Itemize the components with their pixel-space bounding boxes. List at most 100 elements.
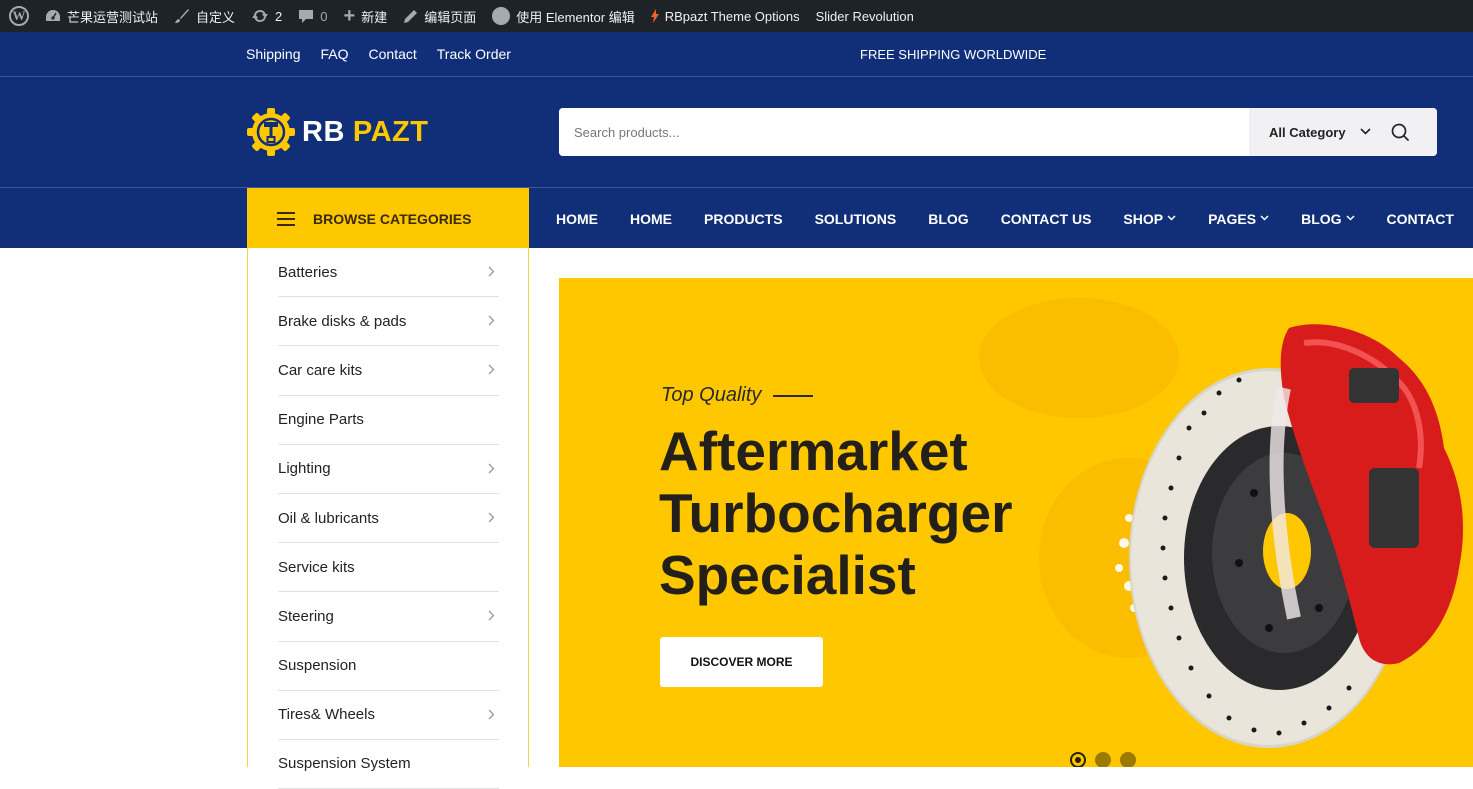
chevron-right-icon [488, 461, 495, 477]
elementor-edit-label: 使用 Elementor 编辑 [516, 9, 635, 25]
gear-piston-icon [247, 108, 295, 156]
slider-pagination [1070, 752, 1136, 767]
brush-icon [174, 8, 190, 24]
free-shipping-promo: FREE SHIPPING WORLDWIDE [860, 46, 1047, 62]
nav-item-blog[interactable]: BLOG [928, 211, 968, 227]
site-name: 芒果运营测试站 [67, 9, 159, 25]
category-label: Service kits [278, 558, 355, 576]
slider-revolution-link[interactable]: Slider Revolution [808, 0, 922, 32]
main-menu: HOME HOME PRODUCTS SOLUTIONS BLOG CONTACT US S… [556, 188, 1454, 249]
pencil-icon [403, 9, 418, 24]
chevron-right-icon [488, 313, 495, 329]
browse-categories-button[interactable]: BROWSE CATEGORIES [247, 188, 529, 249]
nav-item-contact[interactable]: CONTACT [1387, 211, 1454, 227]
nav-item-blog[interactable]: BLOG [1301, 210, 1355, 227]
nav-item-label: SOLUTIONS [814, 210, 897, 227]
category-item[interactable]: Car care kits [278, 346, 499, 396]
chevron-right-icon [488, 510, 495, 526]
chevron-down-icon [1167, 213, 1176, 224]
category-label: Tires& Wheels [278, 706, 375, 724]
new-label: 新建 [361, 9, 388, 25]
edit-page-label: 编辑页面 [424, 9, 477, 25]
category-item[interactable]: Steering [278, 592, 499, 642]
category-label: Brake disks & pads [278, 312, 407, 330]
category-label: Oil & lubricants [278, 509, 379, 527]
tagline-text: Top Quality [661, 384, 762, 406]
chevron-down-icon [1360, 126, 1371, 138]
search-input[interactable] [559, 108, 1249, 156]
nav-item-label: BLOG [1301, 210, 1342, 227]
site-logo[interactable]: RB PAZT [246, 107, 428, 157]
nav-item-label: BLOG [928, 210, 969, 227]
slider-revolution-label: Slider Revolution [815, 8, 914, 24]
chevron-right-icon [488, 362, 495, 378]
theme-options-label: RBpazt Theme Options [664, 8, 800, 24]
top-bar: Shipping FAQ Contact Track Order FREE SH… [0, 32, 1473, 77]
hero-headline: Aftermarket Turbocharger Specialist [659, 420, 1012, 606]
brake-disc-image [1115, 324, 1464, 748]
nav-item-label: PRODUCTS [704, 210, 783, 227]
top-link-contact[interactable]: Contact [369, 46, 417, 62]
category-item[interactable]: Oil & lubricants [278, 494, 499, 544]
nav-item-products[interactable]: PRODUCTS [704, 211, 783, 227]
nav-item-home[interactable]: HOME [630, 211, 672, 227]
category-label: Steering [278, 607, 334, 625]
category-item[interactable]: Engine Parts [278, 396, 499, 445]
category-item[interactable]: Lighting [278, 445, 499, 494]
product-search: All Category [559, 108, 1437, 156]
site-name-menu[interactable]: 芒果运营测试站 [37, 0, 166, 32]
category-item[interactable]: Service kits [278, 543, 499, 593]
nav-item-pages[interactable]: PAGES [1208, 211, 1269, 227]
slider-dot[interactable] [1120, 752, 1136, 767]
theme-options-link[interactable]: RBpazt Theme Options [643, 0, 808, 32]
chevron-down-icon [1260, 213, 1269, 224]
new-content-link[interactable]: + 新建 [336, 0, 396, 32]
slider-dot[interactable] [1070, 752, 1086, 767]
category-select-value: All Category [1269, 124, 1346, 140]
top-links: Shipping FAQ Contact Track Order [246, 32, 511, 76]
category-list: Batteries Brake disks & pads Car care kits… [278, 248, 499, 789]
category-select[interactable]: All Category [1249, 108, 1437, 156]
nav-item-solutions[interactable]: SOLUTIONS [815, 211, 897, 227]
category-item[interactable]: Suspension System [278, 740, 499, 789]
slider-dot[interactable] [1095, 752, 1111, 767]
tagline-divider [773, 394, 814, 397]
category-panel: Batteries Brake disks & pads Car care kits… [247, 248, 529, 789]
nav-item-label: CONTACT [1386, 210, 1454, 227]
top-link-track-order[interactable]: Track Order [437, 46, 511, 62]
wp-logo-menu[interactable]: W [0, 0, 37, 32]
comments-link[interactable]: 0 [290, 0, 335, 32]
elementor-edit-link[interactable]: E 使用 Elementor 编辑 [484, 0, 642, 32]
browse-categories-label: BROWSE CATEGORIES [313, 210, 472, 227]
category-item[interactable]: Tires& Wheels [278, 691, 499, 740]
updates-icon [251, 8, 269, 24]
top-link-shipping[interactable]: Shipping [246, 46, 301, 62]
site-header: RBPAZT All Category [0, 77, 1473, 187]
category-item[interactable]: Brake disks & pads [278, 297, 499, 347]
category-label: Engine Parts [278, 411, 364, 429]
category-item[interactable]: Batteries [278, 248, 499, 298]
chevron-down-icon [1346, 213, 1355, 224]
elementor-icon: E [492, 7, 511, 25]
logo-text-pazt: PAZT [352, 115, 429, 148]
nav-item-label: SHOP [1123, 210, 1164, 227]
search-button[interactable] [1391, 122, 1411, 142]
top-link-faq[interactable]: FAQ [321, 46, 349, 62]
updates-link[interactable]: 2 [243, 0, 290, 32]
nav-item-shop[interactable]: SHOP [1123, 211, 1176, 227]
customize-label: 自定义 [196, 9, 236, 25]
nav-item-label: PAGES [1208, 210, 1257, 227]
category-label: Suspension [278, 657, 357, 675]
category-label: Batteries [278, 263, 338, 281]
comment-icon [298, 8, 314, 24]
category-label: Car care kits [278, 361, 363, 379]
edit-page-link[interactable]: 编辑页面 [395, 0, 484, 32]
nav-item-label: CONTACT US [1000, 210, 1092, 227]
customize-link[interactable]: 自定义 [166, 0, 243, 32]
nav-item-home[interactable]: HOME [556, 211, 598, 227]
chevron-right-icon [488, 264, 495, 280]
nav-item-contact-us[interactable]: CONTACT US [1001, 211, 1092, 227]
category-item[interactable]: Suspension [278, 642, 499, 691]
nav-item-label: HOME [630, 210, 672, 227]
discover-more-button[interactable]: DISCOVER MORE [660, 637, 823, 687]
